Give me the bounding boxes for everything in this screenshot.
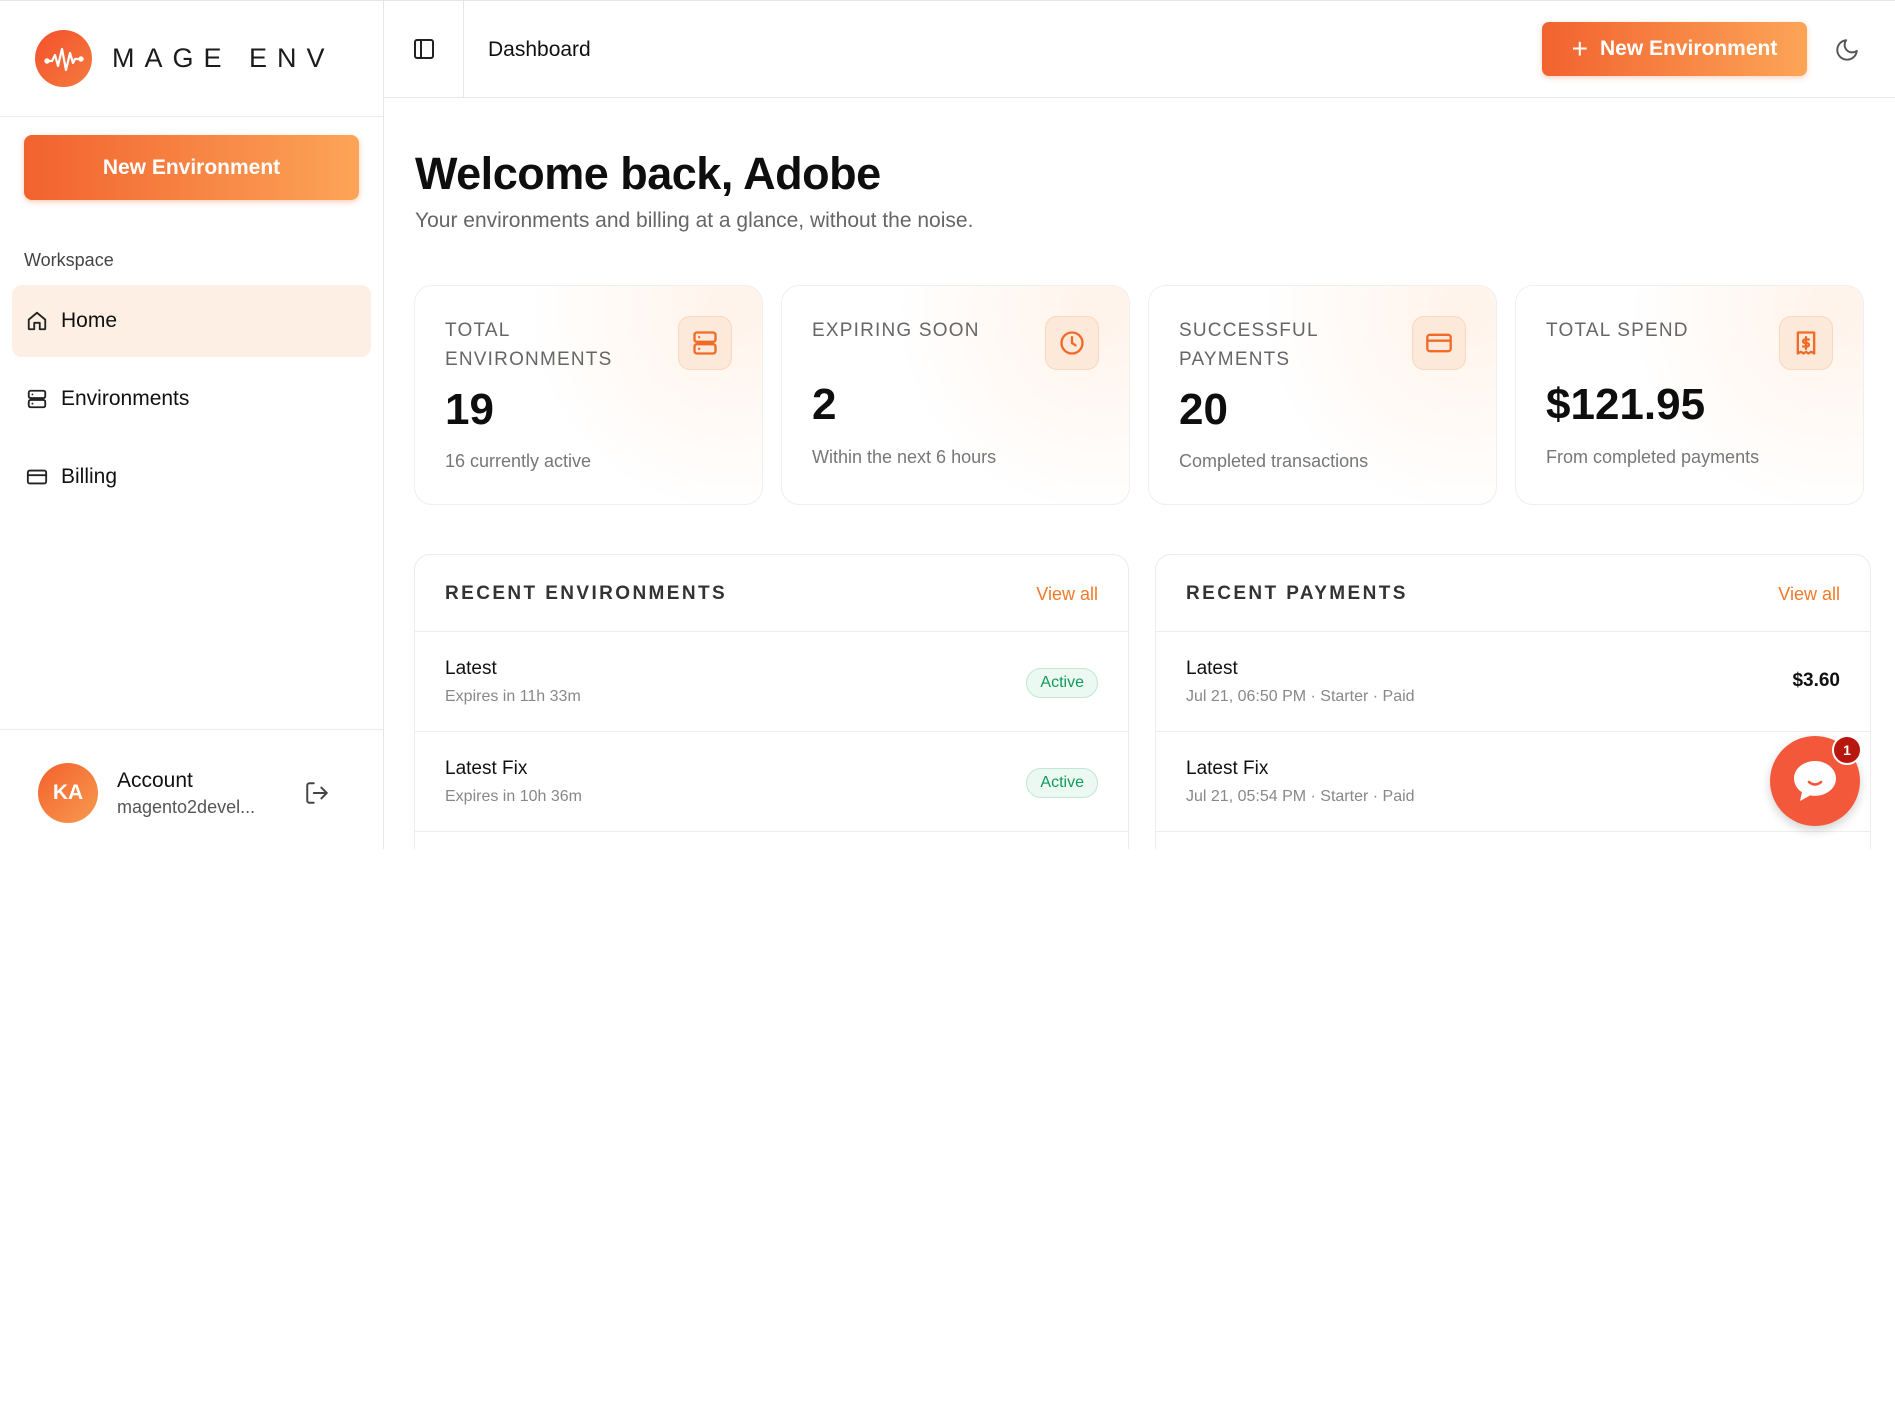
receipt-icon bbox=[1779, 316, 1833, 370]
sidebar-new-environment-button[interactable]: New Environment bbox=[24, 135, 359, 200]
panel-title: RECENT ENVIRONMENTS bbox=[445, 583, 728, 604]
stat-card-total-environments: TOTAL ENVIRONMENTS 19 16 currently activ… bbox=[414, 285, 763, 505]
sidebar-item-environments[interactable]: Environments bbox=[12, 363, 371, 435]
header-new-environment-button[interactable]: + New Environment bbox=[1542, 22, 1807, 76]
view-all-environments-link[interactable]: View all bbox=[1036, 584, 1098, 605]
chat-bubble-icon bbox=[1794, 761, 1836, 801]
sidebar-nav: Home Environments Billing bbox=[12, 285, 371, 519]
sidebar-item-label: Home bbox=[61, 309, 118, 332]
server-icon bbox=[678, 316, 732, 370]
moon-icon[interactable] bbox=[1834, 37, 1860, 63]
home-icon bbox=[25, 309, 49, 333]
server-icon bbox=[25, 387, 49, 411]
logout-icon[interactable] bbox=[304, 780, 330, 806]
main-content: Welcome back, Adobe Your environments an… bbox=[384, 98, 1895, 849]
list-item[interactable]: Latest Expires in 11h 33m Active bbox=[415, 632, 1128, 732]
stat-desc: 16 currently active bbox=[445, 451, 592, 471]
stat-label: TOTAL ENVIRONMENTS bbox=[445, 320, 613, 370]
list-item[interactable]: Latest Jul 21, 06:50 PM · Starter · Paid… bbox=[1156, 632, 1870, 732]
panel-header: RECENT ENVIRONMENTS View all bbox=[415, 555, 1128, 632]
page-title: Dashboard bbox=[488, 38, 591, 61]
stat-card-successful-payments: SUCCESSFUL PAYMENTS 20 Completed transac… bbox=[1148, 285, 1497, 505]
payment-name: Latest bbox=[1186, 658, 1238, 679]
stat-label: EXPIRING SOON bbox=[812, 320, 980, 341]
status-badge: Active bbox=[1026, 668, 1098, 698]
sidebar-item-billing[interactable]: Billing bbox=[12, 441, 371, 513]
stat-label: SUCCESSFUL PAYMENTS bbox=[1179, 320, 1319, 370]
list-item[interactable]: Latest Fix Jul 21, 05:54 PM · Starter · … bbox=[1156, 732, 1870, 832]
credit-card-icon bbox=[1412, 316, 1466, 370]
avatar[interactable]: KA bbox=[38, 763, 98, 823]
account-title: Account bbox=[117, 769, 193, 792]
stat-value: 20 bbox=[1179, 385, 1228, 434]
status-badge: Active bbox=[1026, 768, 1098, 798]
payment-meta: Jul 21, 05:54 PM · Starter · Paid bbox=[1186, 788, 1415, 805]
sidebar-item-home[interactable]: Home bbox=[12, 285, 371, 357]
stat-label: TOTAL SPEND bbox=[1546, 320, 1689, 341]
plus-icon: + bbox=[1571, 33, 1588, 64]
top-header: Dashboard + New Environment bbox=[384, 1, 1895, 98]
account-email: magento2devel... bbox=[117, 797, 256, 817]
workspace-section-label: Workspace bbox=[24, 250, 114, 270]
waveform-icon bbox=[35, 30, 92, 87]
brand[interactable]: MAGE ENV bbox=[0, 1, 383, 117]
sidebar: MAGE ENV New Environment Workspace Home … bbox=[0, 1, 384, 849]
stat-value: 2 bbox=[812, 380, 837, 429]
sidebar-toggle-button[interactable] bbox=[384, 1, 464, 97]
stat-desc: Completed transactions bbox=[1179, 451, 1369, 471]
welcome-subtitle: Your environments and billing at a glanc… bbox=[415, 209, 974, 232]
stat-card-total-spend: TOTAL SPEND $121.95 From completed payme… bbox=[1515, 285, 1864, 505]
welcome-heading: Welcome back, Adobe bbox=[415, 148, 881, 199]
header-new-environment-label: New Environment bbox=[1599, 37, 1778, 60]
sidebar-item-label: Billing bbox=[61, 465, 118, 488]
stat-value: $121.95 bbox=[1546, 380, 1706, 429]
payment-name: Latest Fix bbox=[1186, 758, 1269, 779]
chat-unread-badge: 1 bbox=[1832, 735, 1862, 765]
list-item[interactable]: Latest Fix Expires in 10h 36m Active bbox=[415, 732, 1128, 832]
environment-name: Latest bbox=[445, 658, 497, 679]
panel-left-icon bbox=[413, 39, 434, 59]
clock-icon bbox=[1045, 316, 1099, 370]
stat-desc: Within the next 6 hours bbox=[812, 447, 997, 467]
panel-title: RECENT PAYMENTS bbox=[1186, 583, 1408, 604]
stat-card-expiring-soon: EXPIRING SOON 2 Within the next 6 hours bbox=[781, 285, 1130, 505]
app-window: MAGE ENV New Environment Workspace Home … bbox=[0, 0, 1895, 849]
credit-card-icon bbox=[25, 465, 49, 489]
environment-expiry: Expires in 10h 36m bbox=[445, 788, 582, 805]
payment-amount: $3.60 bbox=[1792, 670, 1840, 691]
stat-desc: From completed payments bbox=[1546, 447, 1760, 467]
account-section: KA Account magento2devel... bbox=[0, 729, 384, 849]
environment-expiry: Expires in 11h 33m bbox=[445, 688, 581, 705]
recent-payments-panel: RECENT PAYMENTS View all Latest Jul 21, … bbox=[1155, 554, 1871, 849]
brand-name: MAGE ENV bbox=[112, 43, 335, 73]
stat-value: 19 bbox=[445, 385, 494, 434]
view-all-payments-link[interactable]: View all bbox=[1778, 584, 1840, 605]
panel-header: RECENT PAYMENTS View all bbox=[1156, 555, 1870, 632]
recent-environments-panel: RECENT ENVIRONMENTS View all Latest Expi… bbox=[414, 554, 1129, 849]
payment-meta: Jul 21, 06:50 PM · Starter · Paid bbox=[1186, 688, 1415, 705]
environment-name: Latest Fix bbox=[445, 758, 528, 779]
sidebar-item-label: Environments bbox=[61, 387, 190, 410]
